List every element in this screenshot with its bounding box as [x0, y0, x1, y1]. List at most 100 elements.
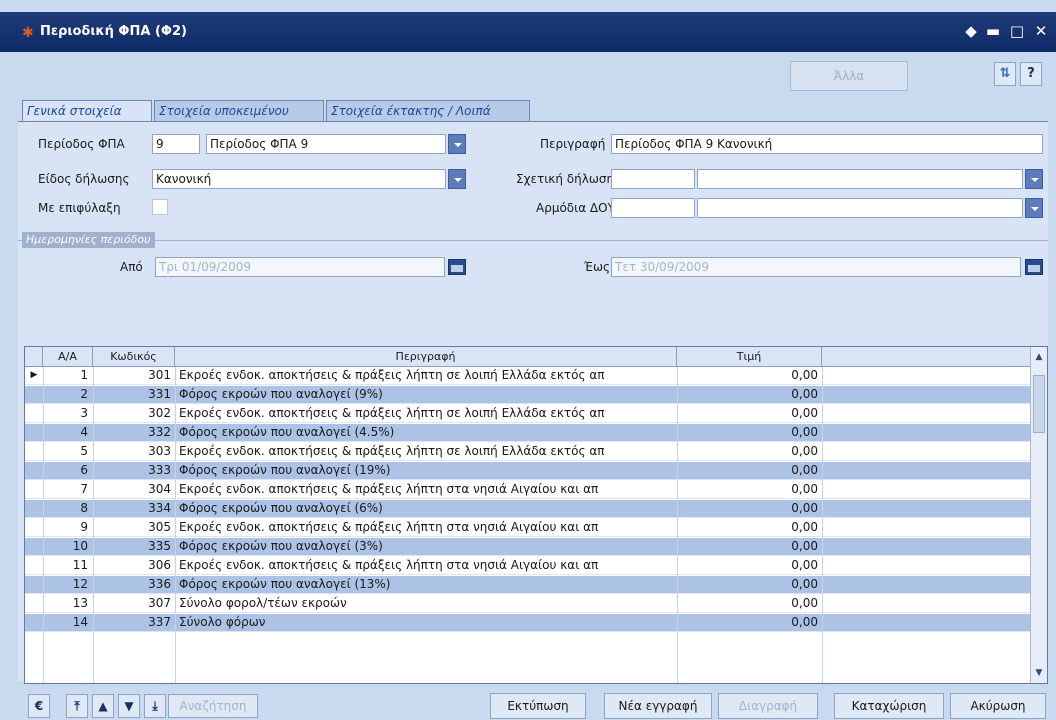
cell-aa[interactable]: 13 — [43, 595, 93, 613]
tab-general[interactable]: Γενικά στοιχεία — [22, 100, 152, 123]
pin-icon[interactable]: ◆ — [962, 22, 980, 40]
cell-aa[interactable]: 11 — [43, 557, 93, 575]
cell-value[interactable]: 0,00 — [677, 614, 822, 632]
description-field[interactable]: Περίοδος ΦΠΑ 9 Κανονική — [611, 134, 1043, 154]
cell-code[interactable]: 301 — [93, 367, 175, 385]
cell-value[interactable]: 0,00 — [677, 538, 822, 556]
tab-subject[interactable]: Στοιχεία υποκειμένου — [154, 100, 324, 122]
row-indicator[interactable] — [25, 481, 43, 499]
vat-codes-grid[interactable]: Α/Α Κωδικός Περιγραφή Τιμή ▶ 1 301 Εκροές ε… — [24, 346, 1048, 684]
cell-description[interactable]: Φόρος εκροών που αναλογεί (6%) — [175, 500, 677, 518]
cell-description[interactable]: Σύνολο φορολ/τέων εκροών — [175, 595, 677, 613]
cell-code[interactable]: 335 — [93, 538, 175, 556]
with-reservation-checkbox[interactable] — [152, 199, 168, 215]
grid-header-aa[interactable]: Α/Α — [43, 347, 93, 367]
cell-code[interactable]: 332 — [93, 424, 175, 442]
delete-button[interactable]: Διαγραφή — [718, 693, 818, 719]
row-indicator[interactable] — [25, 614, 43, 632]
cell-description[interactable]: Εκροές ενδοκ. αποκτήσεις & πράξεις λήπτη… — [175, 367, 677, 385]
declaration-type-dropdown-button[interactable] — [448, 169, 466, 189]
cell-value[interactable]: 0,00 — [677, 557, 822, 575]
cell-code[interactable]: 334 — [93, 500, 175, 518]
cell-description[interactable]: Φόρος εκροών που αναλογεί (3%) — [175, 538, 677, 556]
cell-description[interactable]: Φόρος εκροών που αναλογεί (4.5%) — [175, 424, 677, 442]
cell-code[interactable]: 331 — [93, 386, 175, 404]
cell-aa[interactable]: 5 — [43, 443, 93, 461]
row-indicator[interactable] — [25, 462, 43, 480]
cell-value[interactable]: 0,00 — [677, 405, 822, 423]
tax-office-dropdown-button[interactable] — [1025, 198, 1043, 218]
last-record-icon[interactable]: ⤓ — [144, 694, 166, 718]
grid-header-value[interactable]: Τιμή — [677, 347, 822, 367]
cell-description[interactable]: Εκροές ενδοκ. αποκτήσεις & πράξεις λήπτη… — [175, 557, 677, 575]
cell-value[interactable]: 0,00 — [677, 462, 822, 480]
grid-header-description[interactable]: Περιγραφή — [175, 347, 677, 367]
period-dropdown-button[interactable] — [448, 134, 466, 154]
minimize-button[interactable]: ▬ — [984, 22, 1002, 40]
cell-description[interactable]: Εκροές ενδοκ. αποκτήσεις & πράξεις λήπτη… — [175, 443, 677, 461]
cell-value[interactable]: 0,00 — [677, 386, 822, 404]
row-indicator[interactable] — [25, 538, 43, 556]
row-indicator[interactable] — [25, 386, 43, 404]
cell-value[interactable]: 0,00 — [677, 424, 822, 442]
cell-aa[interactable]: 4 — [43, 424, 93, 442]
cell-description[interactable]: Σύνολο φόρων — [175, 614, 677, 632]
cell-description[interactable]: Εκροές ενδοκ. αποκτήσεις & πράξεις λήπτη… — [175, 519, 677, 537]
from-calendar-icon[interactable] — [448, 259, 466, 275]
cell-description[interactable]: Φόρος εκροών που αναλογεί (9%) — [175, 386, 677, 404]
cell-code[interactable]: 304 — [93, 481, 175, 499]
cell-value[interactable]: 0,00 — [677, 481, 822, 499]
scroll-down-icon[interactable]: ▼ — [1032, 665, 1046, 681]
row-indicator[interactable] — [25, 519, 43, 537]
period-code-field[interactable]: 9 — [152, 134, 200, 154]
row-indicator[interactable] — [25, 595, 43, 613]
cell-aa[interactable]: 3 — [43, 405, 93, 423]
print-button[interactable]: Εκτύπωση — [490, 693, 586, 719]
cell-code[interactable]: 336 — [93, 576, 175, 594]
cell-aa[interactable]: 6 — [43, 462, 93, 480]
cell-code[interactable]: 306 — [93, 557, 175, 575]
cell-aa[interactable]: 7 — [43, 481, 93, 499]
euro-button[interactable]: € — [28, 694, 50, 718]
cell-aa[interactable]: 9 — [43, 519, 93, 537]
cancel-button[interactable]: Ακύρωση — [950, 693, 1046, 719]
row-indicator[interactable]: ▶ — [25, 367, 43, 385]
filter-icon[interactable]: ⇅ — [994, 62, 1016, 86]
cell-aa[interactable]: 1 — [43, 367, 93, 385]
cell-aa[interactable]: 12 — [43, 576, 93, 594]
to-date-field[interactable]: Τετ 30/09/2009 — [611, 257, 1021, 277]
previous-record-icon[interactable]: ▲ — [92, 694, 114, 718]
row-indicator[interactable] — [25, 405, 43, 423]
maximize-button[interactable]: □ — [1008, 22, 1026, 40]
row-indicator[interactable] — [25, 443, 43, 461]
tax-office-name-field[interactable] — [697, 198, 1023, 218]
cell-aa[interactable]: 14 — [43, 614, 93, 632]
row-indicator[interactable] — [25, 576, 43, 594]
first-record-icon[interactable]: ⤒ — [66, 694, 88, 718]
scrollbar-thumb[interactable] — [1033, 375, 1045, 433]
cell-code[interactable]: 303 — [93, 443, 175, 461]
help-icon[interactable]: ? — [1020, 62, 1042, 86]
related-declaration-name-field[interactable] — [697, 169, 1023, 189]
period-name-field[interactable]: Περίοδος ΦΠΑ 9 — [206, 134, 446, 154]
cell-value[interactable]: 0,00 — [677, 519, 822, 537]
cell-aa[interactable]: 2 — [43, 386, 93, 404]
scroll-up-icon[interactable]: ▲ — [1032, 349, 1046, 365]
row-indicator[interactable] — [25, 557, 43, 575]
row-indicator[interactable] — [25, 500, 43, 518]
cell-description[interactable]: Εκροές ενδοκ. αποκτήσεις & πράξεις λήπτη… — [175, 405, 677, 423]
new-record-button[interactable]: Νέα εγγραφή — [604, 693, 712, 719]
cell-description[interactable]: Εκροές ενδοκ. αποκτήσεις & πράξεις λήπτη… — [175, 481, 677, 499]
search-button[interactable]: Αναζήτηση — [168, 694, 258, 718]
cell-code[interactable]: 307 — [93, 595, 175, 613]
row-indicator[interactable] — [25, 424, 43, 442]
cell-code[interactable]: 305 — [93, 519, 175, 537]
cell-description[interactable]: Φόρος εκροών που αναλογεί (19%) — [175, 462, 677, 480]
from-date-field[interactable]: Τρι 01/09/2009 — [155, 257, 445, 277]
tab-extraordinary[interactable]: Στοιχεία έκτακτης / Λοιπά — [326, 100, 530, 122]
grid-vertical-scrollbar[interactable]: ▲ ▼ — [1030, 347, 1047, 683]
cell-value[interactable]: 0,00 — [677, 576, 822, 594]
cell-value[interactable]: 0,00 — [677, 500, 822, 518]
related-declaration-code-field[interactable] — [611, 169, 695, 189]
cell-code[interactable]: 302 — [93, 405, 175, 423]
